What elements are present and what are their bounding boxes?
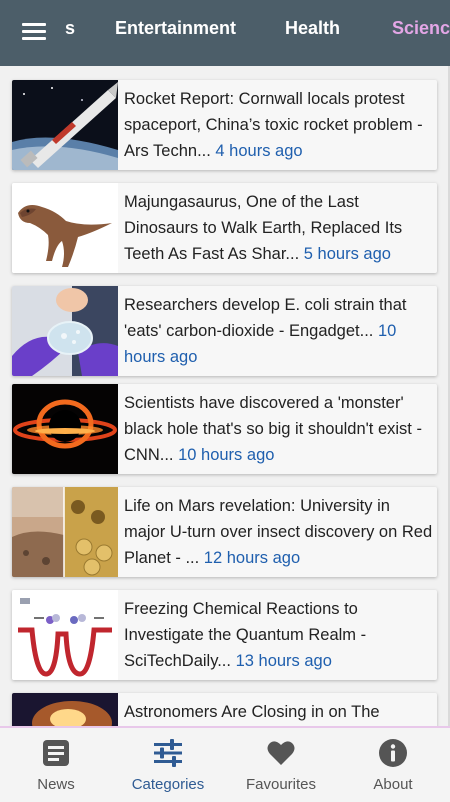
article-headline: Scientists have discovered a 'monster' b… — [124, 390, 434, 468]
category-tabs: s Entertainment Health Science — [0, 0, 450, 66]
article-time: 5 hours ago — [303, 245, 391, 263]
nav-about[interactable]: About — [337, 728, 449, 802]
nav-label: Categories — [131, 776, 205, 793]
category-bar: s Entertainment Health Science — [0, 0, 450, 66]
tab-entertainment[interactable]: Entertainment — [115, 18, 236, 39]
info-icon — [379, 739, 407, 767]
dinosaur-image — [12, 183, 118, 273]
mars-bees-image — [12, 487, 118, 577]
article-card[interactable]: Astronomers Are Closing in on The — [12, 693, 437, 726]
article-card[interactable]: Life on Mars revelation: University in m… — [12, 487, 437, 577]
bottom-navigation: News Categories Favourites About — [0, 726, 450, 802]
article-time: 13 hours ago — [235, 652, 332, 670]
headline-text: Researchers develop E. coli strain that … — [124, 296, 407, 340]
petri-dish-image — [12, 286, 118, 376]
tab-category[interactable]: s — [65, 18, 75, 39]
article-headline: Majungasaurus, One of the Last Dinosaurs… — [124, 189, 434, 267]
nav-news[interactable]: News — [0, 728, 112, 802]
quantum-diagram-image — [12, 590, 118, 680]
article-feed[interactable]: Rocket Report: Cornwall locals protest s… — [0, 66, 450, 726]
galaxy-image — [12, 693, 118, 726]
nav-label: About — [373, 776, 413, 793]
article-time: 10 hours ago — [178, 446, 275, 464]
sliders-icon — [154, 739, 182, 767]
black-hole-image — [12, 384, 118, 474]
article-headline: Astronomers Are Closing in on The — [124, 699, 434, 725]
article-card[interactable]: Researchers develop E. coli strain that … — [12, 286, 437, 376]
article-time: 4 hours ago — [215, 142, 303, 160]
nav-label: Favourites — [245, 776, 317, 793]
nav-categories[interactable]: Categories — [112, 728, 224, 802]
article-card[interactable]: Majungasaurus, One of the Last Dinosaurs… — [12, 183, 437, 273]
article-card[interactable]: Scientists have discovered a 'monster' b… — [12, 384, 437, 474]
headline-text: Astronomers Are Closing in on The — [124, 703, 380, 721]
article-headline: Researchers develop E. coli strain that … — [124, 292, 434, 370]
article-headline: Rocket Report: Cornwall locals protest s… — [124, 86, 434, 164]
nav-favourites[interactable]: Favourites — [225, 728, 337, 802]
article-card[interactable]: Freezing Chemical Reactions to Investiga… — [12, 590, 437, 680]
rocket-image — [12, 80, 118, 170]
nav-label: News — [37, 776, 75, 793]
tab-health[interactable]: Health — [285, 18, 340, 39]
article-card[interactable]: Rocket Report: Cornwall locals protest s… — [12, 80, 437, 170]
heart-icon — [267, 741, 295, 765]
article-headline: Life on Mars revelation: University in m… — [124, 493, 434, 571]
article-headline: Freezing Chemical Reactions to Investiga… — [124, 596, 434, 674]
news-icon — [43, 740, 69, 766]
article-time: 12 hours ago — [203, 549, 301, 567]
tab-science[interactable]: Science — [392, 18, 450, 39]
